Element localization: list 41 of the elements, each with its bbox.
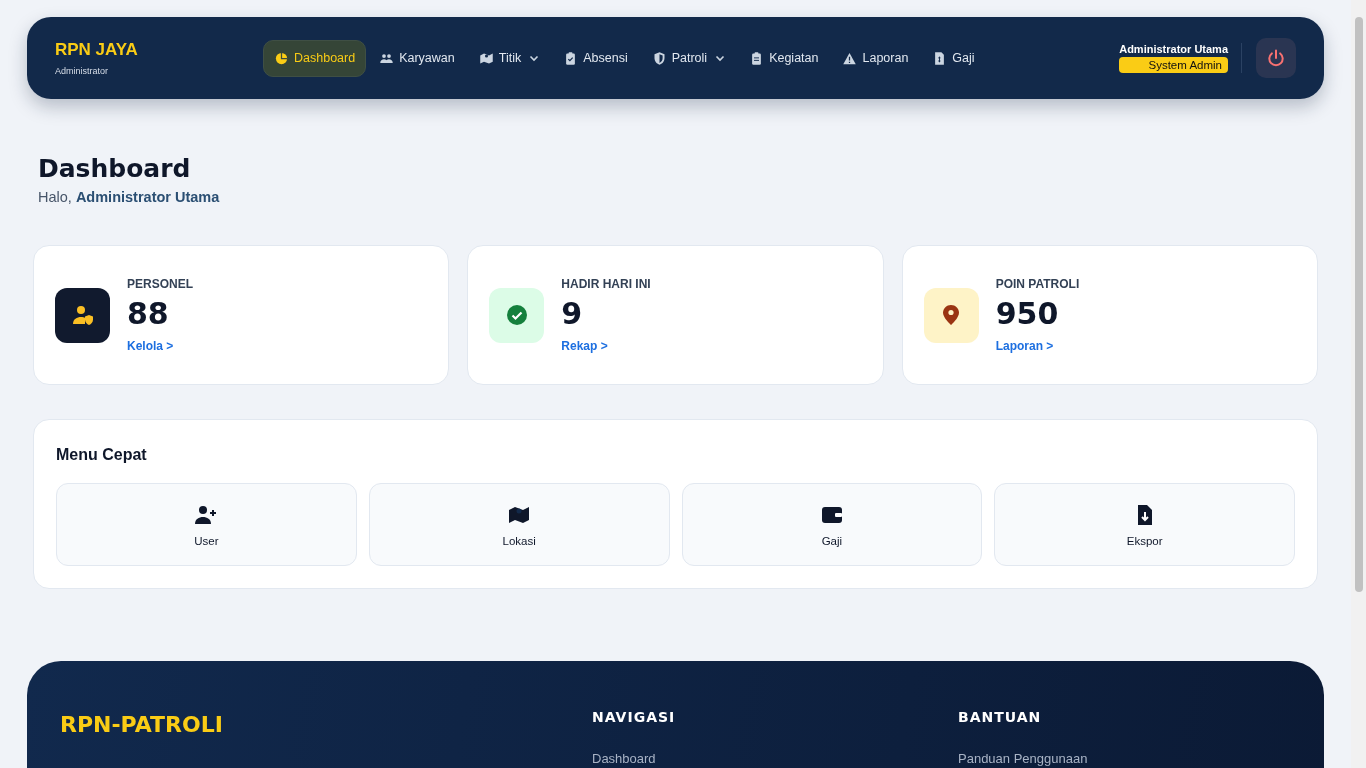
stat-label: POIN PATROLI [995, 277, 1080, 291]
power-icon [1266, 48, 1286, 68]
brand-title[interactable]: RPN JAYA [55, 40, 263, 60]
stat-value: 950 [995, 296, 1059, 331]
nav-link[interactable]: Titik [467, 39, 551, 77]
stat-link[interactable]: Laporan > [995, 339, 1054, 353]
nav-link[interactable]: Dashboard [263, 39, 367, 77]
pie-chart-icon [274, 50, 289, 66]
nav-link[interactable]: Patroli [640, 39, 737, 77]
footer-link[interactable]: Panduan Penggunaan [958, 751, 1088, 766]
stat-label: HADIR HARI INI [561, 277, 651, 291]
footer-brand: RPN-PATROLI [60, 712, 223, 737]
quick-menu-button[interactable]: Gaji [681, 483, 983, 566]
user-shield-icon [70, 303, 95, 327]
role-badge: System Admin [1118, 57, 1228, 73]
stat-value: 9 [561, 296, 583, 331]
nav-link[interactable]: Karyawan [368, 39, 466, 77]
warning-icon [842, 50, 858, 66]
stat-value: 88 [127, 296, 169, 331]
check-circle-icon [504, 303, 529, 327]
footer-link[interactable]: Dashboard [592, 751, 656, 766]
quick-menu-button[interactable]: User [56, 483, 357, 566]
nav-link[interactable]: Gaji [921, 39, 986, 77]
nav-link[interactable]: Absensi [552, 39, 639, 77]
stat-link[interactable]: Rekap > [561, 339, 608, 353]
scrollbar[interactable] [1351, 0, 1366, 768]
quick-menu-button[interactable]: Ekspor [994, 483, 1295, 566]
brand-subtitle: Administrator [55, 66, 109, 76]
footer-heading: NAVIGASI [592, 709, 676, 725]
greeting-text: Halo, Administrator Utama [38, 189, 221, 205]
nav-link[interactable]: Laporan [831, 39, 920, 77]
stat-label: PERSONEL [127, 277, 193, 291]
footer-heading: BANTUAN [958, 709, 1042, 725]
quick-menu-button[interactable]: Lokasi [368, 483, 670, 566]
logout-button[interactable] [1256, 38, 1296, 78]
stat-link[interactable]: Kelola > [127, 339, 174, 353]
scrollbar-thumb[interactable] [1355, 17, 1363, 592]
section-title: Menu Cepat [56, 446, 148, 464]
page-title: Dashboard [38, 154, 192, 183]
user-name: Administrator Utama [1119, 43, 1228, 55]
nav-link[interactable]: Kegiatan [738, 39, 830, 77]
